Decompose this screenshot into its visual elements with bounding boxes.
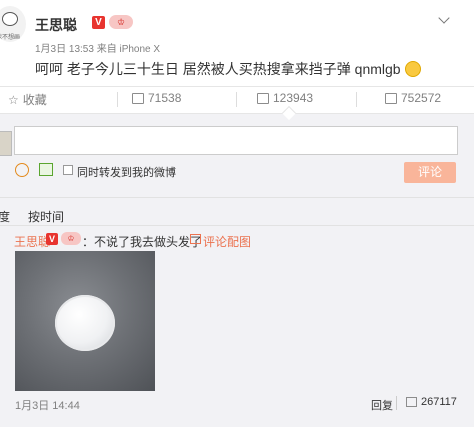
post-text: 呵呵 老子今儿三十生日 居然被人买热搜拿来挡子弹 qnmlgb <box>35 61 401 77</box>
favorite-label: 收藏 <box>22 93 47 107</box>
current-user-avatar[interactable] <box>0 131 12 156</box>
sync-repost-label[interactable]: 同时转发到我的微博 <box>77 164 176 180</box>
divider <box>0 225 474 226</box>
submit-comment-button[interactable]: 评论 <box>404 162 456 183</box>
comment-like-count: 267117 <box>421 396 457 408</box>
comment-picture-link[interactable]: 评论配图 <box>203 233 251 250</box>
weibo-post-page: 我不想画 王思聪 V ♔ 1月3日 13:53 来自 iPhone X 呵呵 老… <box>0 0 474 427</box>
post-username[interactable]: 王思聪 <box>35 15 77 35</box>
post-meta[interactable]: 1月3日 13:53 来自 iPhone X <box>35 40 160 55</box>
separator <box>117 92 118 107</box>
sync-repost-checkbox[interactable] <box>63 165 73 175</box>
like-count: 752572 <box>401 91 442 105</box>
comment-input[interactable] <box>14 126 458 155</box>
comment-button[interactable]: 123943 <box>257 91 313 105</box>
crown-level-icon[interactable]: ♔ <box>109 15 133 29</box>
crown-level-icon[interactable]: ♔ <box>61 232 81 245</box>
image-upload-icon[interactable] <box>39 163 53 176</box>
tab-hot[interactable]: 度 <box>0 208 10 225</box>
reply-button[interactable]: 回复 <box>371 397 393 413</box>
star-icon: ☆ <box>8 92 19 107</box>
comment-text: ：不说了我去做头发了 <box>82 235 203 249</box>
comment-count: 123943 <box>273 91 314 105</box>
thumbs-up-icon <box>406 397 417 407</box>
avatar-face <box>2 12 18 26</box>
tab-by-time[interactable]: 按时间 <box>28 208 64 225</box>
comment-username[interactable]: 王思聪 <box>14 233 50 250</box>
comment-date: 1月3日 14:44 <box>15 400 80 412</box>
picture-icon[interactable] <box>190 234 201 244</box>
comment-photo[interactable] <box>15 251 155 391</box>
emoji-icon[interactable] <box>15 163 29 177</box>
like-button[interactable]: 752572 <box>385 91 441 105</box>
divider <box>0 197 474 198</box>
favorite-button[interactable]: ☆ 收藏 <box>8 91 47 108</box>
repost-button[interactable]: 71538 <box>132 91 181 105</box>
repost-count: 71538 <box>148 91 182 105</box>
verified-badge-icon[interactable]: V <box>46 233 58 245</box>
verified-badge-icon[interactable]: V <box>92 16 105 29</box>
repost-icon <box>132 92 144 104</box>
smile-emoji-icon <box>404 61 421 77</box>
comment-icon <box>257 92 269 104</box>
avatar-caption: 我不想画 <box>0 35 21 41</box>
comment-like-button[interactable]: 267117 <box>406 396 457 408</box>
post-content: 呵呵 老子今儿三十生日 居然被人买热搜拿来挡子弹 qnmlgb <box>35 59 421 79</box>
chevron-down-icon[interactable] <box>438 12 450 24</box>
action-bar: ☆ 收藏 71538 123943 752572 <box>0 87 474 111</box>
separator <box>236 92 237 107</box>
separator <box>396 396 397 410</box>
separator <box>356 92 357 107</box>
thumbs-up-icon <box>385 92 397 104</box>
avatar[interactable]: 我不想画 <box>0 6 26 42</box>
